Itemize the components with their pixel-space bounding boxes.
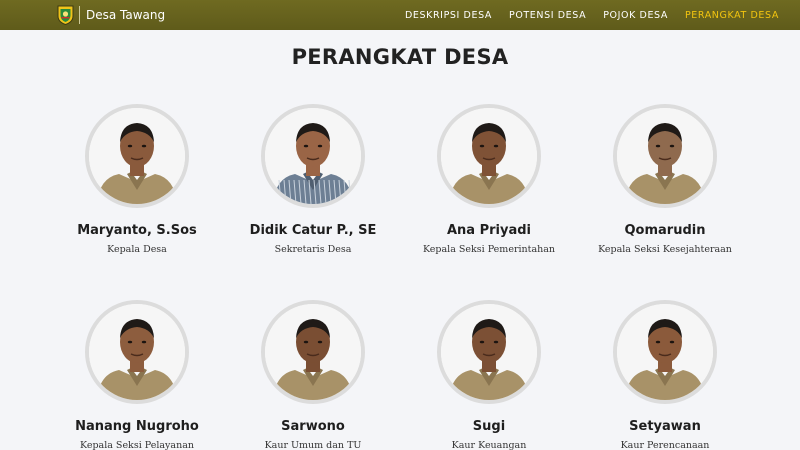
official-portrait-icon	[89, 304, 185, 400]
official-name: Maryanto, S.Sos	[77, 223, 197, 238]
official-name: Setyawan	[629, 419, 701, 434]
official-role: Kepala Seksi Pelayanan	[80, 440, 194, 450]
official-role: Kaur Perencanaan	[620, 440, 710, 450]
official-card: Qomarudin Kepala Seksi Kesejahteraan	[585, 104, 745, 255]
official-name: Sugi	[472, 419, 506, 434]
official-name: Sarwono	[281, 419, 345, 434]
official-role: Kepala Desa	[107, 244, 167, 255]
official-name: Didik Catur P., SE	[249, 223, 377, 238]
official-portrait-icon	[265, 304, 361, 400]
official-card: Sugi Kaur Keuangan	[409, 300, 569, 450]
official-card: Didik Catur P., SE Sekretaris Desa	[233, 104, 393, 255]
officials-grid: Maryanto, S.Sos Kepala Desa Didik Catur …	[0, 0, 800, 450]
official-card: Sarwono Kaur Umum dan TU	[233, 300, 393, 450]
official-name: Ana Priyadi	[446, 223, 532, 238]
official-card: Ana Priyadi Kepala Seksi Pemerintahan	[409, 104, 569, 255]
official-portrait-icon	[89, 108, 185, 204]
official-role: Kepala Seksi Kesejahteraan	[598, 244, 732, 255]
official-role: Kepala Seksi Pemerintahan	[422, 244, 556, 255]
official-photo	[613, 300, 717, 404]
official-photo	[613, 104, 717, 208]
official-role: Kaur Keuangan	[451, 440, 527, 450]
official-card: Nanang Nugroho Kepala Seksi Pelayanan	[57, 300, 217, 450]
official-portrait-icon	[441, 304, 537, 400]
official-portrait-icon	[617, 108, 713, 204]
official-photo	[261, 104, 365, 208]
official-portrait-icon	[617, 304, 713, 400]
official-photo	[437, 104, 541, 208]
official-photo	[261, 300, 365, 404]
official-role: Sekretaris Desa	[274, 244, 352, 255]
official-name: Qomarudin	[624, 223, 706, 238]
official-photo	[85, 300, 189, 404]
official-photo	[437, 300, 541, 404]
official-portrait-icon	[265, 108, 361, 204]
official-portrait-icon	[441, 108, 537, 204]
official-photo	[85, 104, 189, 208]
official-name: Nanang Nugroho	[75, 419, 199, 434]
official-role: Kaur Umum dan TU	[264, 440, 362, 450]
official-card: Setyawan Kaur Perencanaan	[585, 300, 745, 450]
official-card: Maryanto, S.Sos Kepala Desa	[57, 104, 217, 255]
